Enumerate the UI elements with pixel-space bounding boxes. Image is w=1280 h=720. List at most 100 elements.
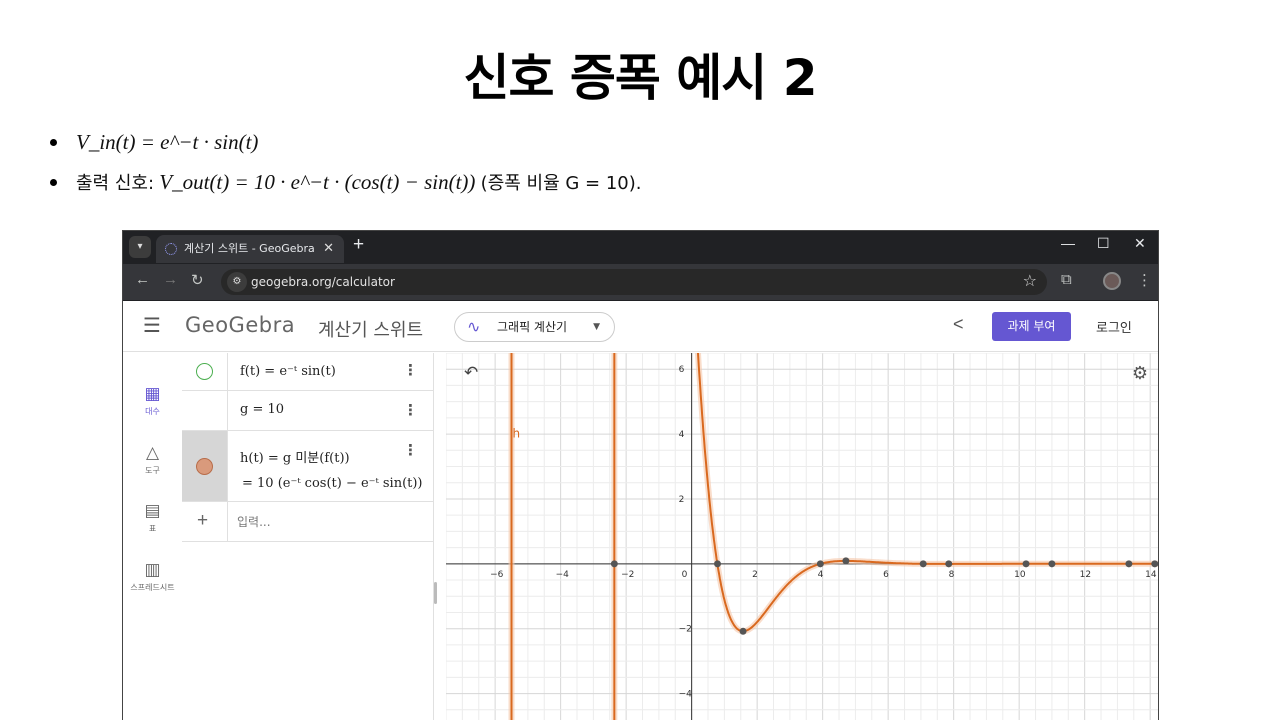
x-tick-label: 12 (1080, 570, 1091, 580)
sidebar-item-algebra[interactable]: ▦ 대수 (123, 384, 182, 417)
settings-gear-icon[interactable]: ⚙ (1132, 363, 1148, 384)
browser-menu-icon[interactable]: ⋮ (1137, 271, 1152, 289)
visibility-toggle[interactable] (196, 458, 213, 475)
curve-label-h: h (513, 426, 521, 440)
assign-button[interactable]: 과제 부여 (992, 312, 1071, 341)
x-tick-label: 10 (1014, 570, 1026, 580)
algebra-row-f[interactable]: f(t) = e⁻ᵗ sin(t) ⋮ (182, 353, 434, 391)
special-point (1125, 560, 1133, 568)
expression-g[interactable]: g = 10 (240, 402, 284, 417)
special-point (1048, 560, 1056, 568)
maximize-icon[interactable]: ☐ (1097, 235, 1110, 252)
browser-toolbar: ← → ↻ ⚙ geogebra.org/calculator ☆ ⧉ ⋮ (123, 264, 1158, 300)
undo-icon[interactable]: ↶ (464, 363, 478, 383)
tab-title: 계산기 스위트 - GeoGebra (184, 242, 315, 255)
special-point (739, 627, 747, 635)
algebra-input-row[interactable]: + 입력... (182, 502, 434, 542)
sidebar-item-table[interactable]: ▤ 표 (123, 501, 182, 534)
sidebar-item-label: 대수 (145, 407, 160, 416)
minimize-icon[interactable]: — (1061, 235, 1075, 251)
tools-icon: △ (145, 443, 160, 462)
back-icon[interactable]: ← (135, 271, 150, 288)
bullet-dot (50, 179, 57, 186)
special-point (816, 560, 824, 568)
tab-search-button[interactable]: ▾ (129, 236, 151, 258)
gain-note: (증폭 비율 G = 10). (480, 173, 642, 194)
special-point (1022, 560, 1030, 568)
spreadsheet-icon: ▥ (144, 560, 161, 579)
y-tick-label: 2 (679, 495, 685, 505)
more-options-icon[interactable]: ⋮ (403, 361, 418, 379)
x-tick-label: 2 (752, 570, 758, 580)
geogebra-header: ☰ GeoGebra 계산기 스위트 ∿ 그래픽 계산기 ▼ < 과제 부여 로… (123, 301, 1158, 352)
curve-h (696, 353, 1158, 633)
row-gutter (182, 391, 228, 430)
sidebar-item-label: 도구 (145, 466, 160, 475)
x-tick-label: 4 (818, 570, 824, 580)
sidebar-item-spreadsheet[interactable]: ▥ 스프레드시트 (123, 560, 182, 593)
y-tick-label: 6 (679, 365, 685, 375)
site-info-icon[interactable]: ⚙ (227, 272, 247, 292)
add-icon[interactable]: + (197, 510, 208, 532)
hamburger-menu-icon[interactable]: ☰ (143, 313, 161, 338)
special-point (1151, 560, 1158, 568)
sidebar-item-label: 표 (148, 524, 157, 533)
more-options-icon[interactable]: ⋮ (403, 441, 418, 459)
special-point (714, 560, 722, 568)
expression-h[interactable]: h(t) = g 미분(f(t)) (240, 447, 350, 466)
algebra-input[interactable]: 입력... (237, 513, 271, 530)
algebra-row-h[interactable]: h(t) = g 미분(f(t)) = 10 (e⁻ᵗ cos(t) − e⁻ᵗ… (182, 431, 434, 502)
bullet-input-signal: V_in(t) = e^−t · sin(t) (48, 124, 1228, 164)
sidebar-item-tools[interactable]: △ 도구 (123, 443, 182, 476)
output-label: 출력 신호: (76, 173, 155, 194)
special-point (842, 557, 850, 565)
reload-icon[interactable]: ↻ (191, 271, 204, 289)
table-icon: ▤ (144, 501, 161, 520)
browser-window: ▾ 계산기 스위트 - GeoGebra ✕ + — ☐ ✕ ← → ↻ ⚙ g… (122, 230, 1159, 720)
calculator-icon: ▦ (144, 384, 161, 403)
browser-tab[interactable]: 계산기 스위트 - GeoGebra ✕ (156, 235, 344, 263)
function-plot[interactable]: −6 −4 −2 0 2 4 6 8 10 12 14 6 4 2 −2 −4 h (446, 353, 1159, 720)
more-options-icon[interactable]: ⋮ (403, 401, 418, 419)
algebra-row-g[interactable]: g = 10 ⋮ (182, 391, 434, 431)
x-tick-label: −4 (556, 570, 570, 580)
x-tick-label: 6 (883, 570, 889, 580)
app-selector[interactable]: ∿ 그래픽 계산기 ▼ (454, 312, 615, 342)
x-tick-label: −2 (621, 570, 634, 580)
expression-h-result: = 10 (e⁻ᵗ cos(t) − e⁻ᵗ sin(t)) (242, 476, 423, 491)
graphics-view[interactable]: −6 −4 −2 0 2 4 6 8 10 12 14 6 4 2 −2 −4 h ↶ ⚙ (446, 353, 1159, 720)
x-tick-label: 8 (949, 570, 955, 580)
tab-close-icon[interactable]: ✕ (323, 235, 334, 263)
profile-avatar[interactable] (1103, 272, 1121, 290)
login-link[interactable]: 로그인 (1096, 317, 1132, 336)
share-icon[interactable]: < (953, 314, 964, 335)
algebra-view: f(t) = e⁻ᵗ sin(t) ⋮ g = 10 ⋮ h(t) = g 미분… (182, 353, 434, 720)
geogebra-favicon-icon (165, 243, 177, 255)
y-tick-label: −4 (679, 690, 693, 700)
input-formula: V_in(t) = e^−t · sin(t) (76, 130, 259, 154)
x-tick-label: 14 (1145, 570, 1157, 580)
x-tick-label: 0 (682, 570, 688, 580)
url-text: geogebra.org/calculator (251, 275, 395, 289)
bullet-output-signal: 출력 신호: V_out(t) = 10 · e^−t · (cos(t) − … (48, 164, 1228, 204)
sidebar-item-label: 스프레드시트 (130, 583, 175, 592)
geogebra-app: ☰ GeoGebra 계산기 스위트 ∿ 그래픽 계산기 ▼ < 과제 부여 로… (123, 301, 1158, 720)
expression-f[interactable]: f(t) = e⁻ᵗ sin(t) (240, 364, 336, 379)
special-point (945, 560, 953, 568)
new-tab-button[interactable]: + (353, 234, 364, 256)
algebra-scrollbar[interactable] (434, 582, 437, 604)
y-tick-label: −2 (679, 625, 692, 635)
suite-title: 계산기 스위트 (318, 320, 424, 341)
output-formula: V_out(t) = 10 · e^−t · (cos(t) − sin(t)) (159, 170, 476, 194)
extensions-icon[interactable]: ⧉ (1061, 271, 1072, 288)
visibility-toggle[interactable] (196, 363, 213, 380)
app-selector-label: 그래픽 계산기 (497, 320, 568, 334)
x-tick-label: −6 (490, 570, 504, 580)
geogebra-logo[interactable]: GeoGebra (185, 313, 295, 337)
bookmark-star-icon[interactable]: ☆ (1023, 271, 1037, 291)
bullet-list: V_in(t) = e^−t · sin(t) 출력 신호: V_out(t) … (48, 124, 1228, 204)
address-bar[interactable]: ⚙ geogebra.org/calculator ☆ (221, 269, 1047, 295)
slide-title: 신호 증폭 예시 2 (463, 49, 817, 107)
close-window-icon[interactable]: ✕ (1134, 235, 1146, 252)
forward-icon[interactable]: → (163, 271, 178, 288)
